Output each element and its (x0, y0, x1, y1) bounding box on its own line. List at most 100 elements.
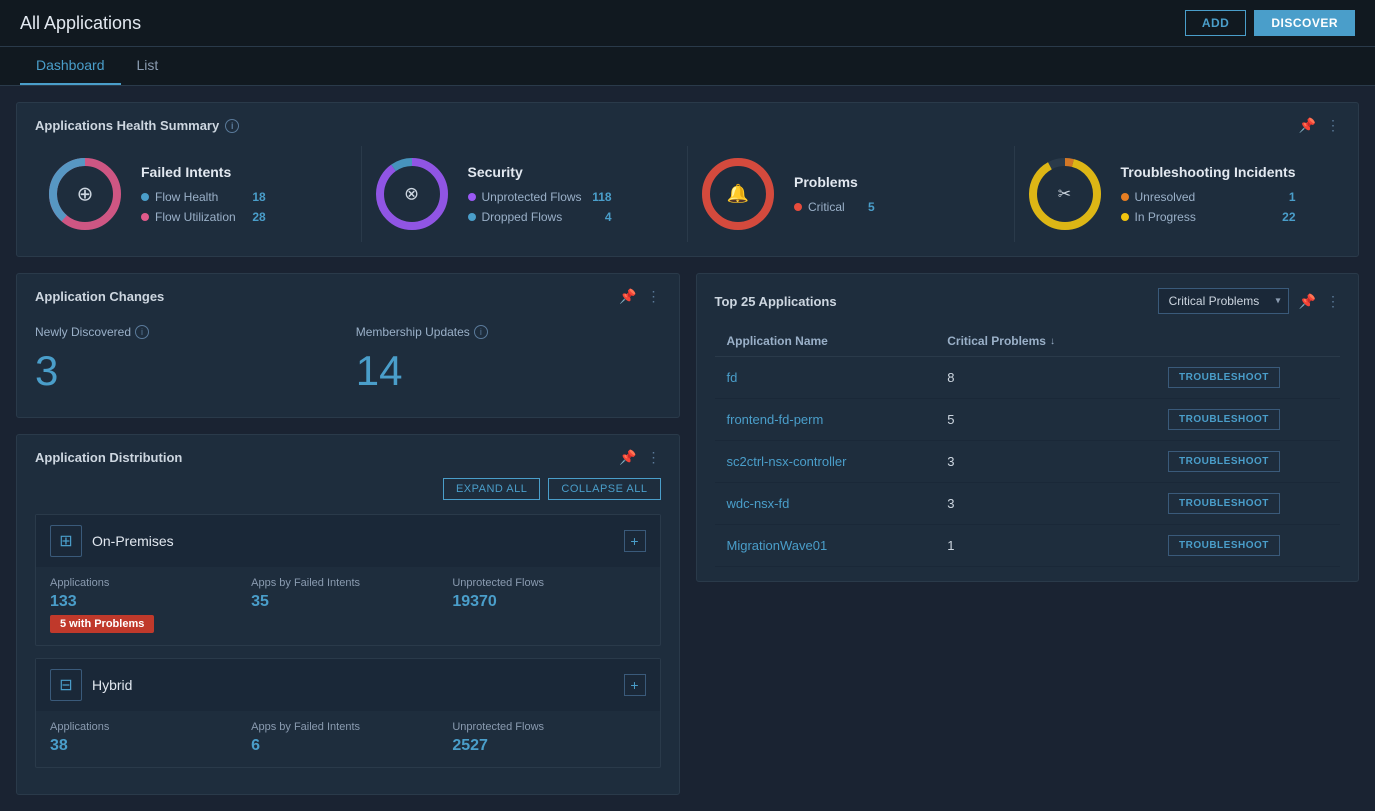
health-section-troubleshooting: ✂ Troubleshooting Incidents Unresolved 1… (1015, 146, 1341, 242)
troubleshoot-cell-fd: TROUBLESHOOT (1168, 367, 1328, 388)
app-name-sc2ctrl[interactable]: sc2ctrl-nsx-controller (727, 454, 948, 469)
add-button[interactable]: ADD (1185, 10, 1247, 36)
troubleshoot-cell-wdc: TROUBLESHOOT (1168, 493, 1328, 514)
failed-intents-title: Failed Intents (141, 164, 266, 180)
top25-header: Top 25 Applications Critical Problems In… (715, 288, 1341, 314)
newly-discovered-value: 3 (35, 347, 340, 395)
health-summary-card: Applications Health Summary i 📌 ⋮ (16, 102, 1359, 257)
unresolved-value: 1 (1272, 190, 1296, 204)
flow-health-item: Flow Health 18 (141, 190, 266, 204)
unprotected-flows-value: 118 (588, 190, 612, 204)
in-progress-label: In Progress (1135, 210, 1266, 224)
flow-utilization-dot (141, 213, 149, 221)
on-premises-body: Applications 133 5 with Problems Apps by… (36, 567, 660, 645)
on-premises-unprotected: Unprotected Flows 19370 (452, 577, 645, 633)
more-icon[interactable]: ⋮ (1326, 117, 1340, 134)
tab-list[interactable]: List (121, 47, 175, 85)
troubleshooting-icon: ✂ (1058, 184, 1071, 204)
failed-intents-legend: Failed Intents Flow Health 18 Flow Utili… (141, 164, 266, 224)
troubleshooting-title: Troubleshooting Incidents (1121, 164, 1296, 180)
newly-discovered-section: Newly Discovered i 3 (35, 325, 340, 395)
critical-item: Critical 5 (794, 200, 875, 214)
hybrid-failed-intents: Apps by Failed Intents 6 (251, 721, 444, 755)
membership-updates-info-icon: i (474, 325, 488, 339)
nav-buttons: ADD DISCOVER (1185, 10, 1355, 36)
collapse-all-button[interactable]: COLLAPSE ALL (548, 478, 660, 500)
app-distribution-card: Application Distribution 📌 ⋮ EXPAND ALL … (16, 434, 680, 795)
troubleshoot-btn-frontend[interactable]: TROUBLESHOOT (1168, 409, 1280, 430)
critical-count-wdc: 3 (947, 496, 1168, 511)
troubleshoot-cell-migrationwave: TROUBLESHOOT (1168, 535, 1328, 556)
health-section-problems: 🔔 Problems Critical 5 (688, 146, 1015, 242)
hybrid-unprotected: Unprotected Flows 2527 (452, 721, 645, 755)
troubleshoot-btn-migrationwave[interactable]: TROUBLESHOOT (1168, 535, 1280, 556)
troubleshoot-btn-fd[interactable]: TROUBLESHOOT (1168, 367, 1280, 388)
on-premises-icon: ⊞ (50, 525, 82, 557)
more-icon[interactable]: ⋮ (647, 288, 661, 305)
problems-icon: 🔔 (727, 184, 749, 205)
on-premises-expand-button[interactable]: + (624, 530, 646, 552)
sort-icon: ↓ (1050, 336, 1055, 347)
app-name-fd[interactable]: fd (727, 370, 948, 385)
problems-title: Problems (794, 174, 875, 190)
security-title: Security (468, 164, 612, 180)
more-icon[interactable]: ⋮ (1326, 293, 1340, 310)
security-icon: ⊗ (404, 184, 419, 205)
hybrid-expand-button[interactable]: + (624, 674, 646, 696)
critical-count-sc2ctrl: 3 (947, 454, 1168, 469)
health-summary-header: Applications Health Summary i 📌 ⋮ (35, 117, 1340, 134)
app-changes-actions: 📌 ⋮ (619, 288, 660, 305)
flow-utilization-item: Flow Utilization 28 (141, 210, 266, 224)
troubleshoot-cell-sc2ctrl: TROUBLESHOOT (1168, 451, 1328, 472)
troubleshooting-donut: ✂ (1025, 154, 1105, 234)
health-summary-body: ⊕ Failed Intents Flow Health 18 Flow Uti… (35, 146, 1340, 242)
table-row: fd 8 TROUBLESHOOT (715, 357, 1341, 399)
top25-dropdown[interactable]: Critical Problems In Progress Unresolved (1158, 288, 1289, 314)
app-name-frontend-fd-perm[interactable]: frontend-fd-perm (727, 412, 948, 427)
tab-dashboard[interactable]: Dashboard (20, 47, 121, 85)
security-donut: ⊗ (372, 154, 452, 234)
pin-icon[interactable]: 📌 (619, 449, 636, 466)
app-changes-card: Application Changes 📌 ⋮ Newly Discovered… (16, 273, 680, 418)
flow-health-value: 18 (242, 190, 266, 204)
pin-icon[interactable]: 📌 (1299, 293, 1316, 310)
newly-discovered-label: Newly Discovered i (35, 325, 340, 339)
membership-updates-value: 14 (356, 347, 661, 395)
health-summary-title: Applications Health Summary i (35, 118, 239, 133)
pin-icon[interactable]: 📌 (619, 288, 636, 305)
top25-dropdown-wrap: Critical Problems In Progress Unresolved (1158, 288, 1289, 314)
top-nav: All Applications ADD DISCOVER (0, 0, 1375, 47)
in-progress-value: 22 (1272, 210, 1296, 224)
th-actions (1168, 334, 1328, 348)
app-changes-body: Newly Discovered i 3 Membership Updates … (35, 317, 661, 403)
discover-button[interactable]: DISCOVER (1254, 10, 1355, 36)
more-icon[interactable]: ⋮ (647, 449, 661, 466)
table-row: sc2ctrl-nsx-controller 3 TROUBLESHOOT (715, 441, 1341, 483)
unprotected-flows-item: Unprotected Flows 118 (468, 190, 612, 204)
dropped-flows-dot (468, 213, 476, 221)
app-name-wdc-nsx-fd[interactable]: wdc-nsx-fd (727, 496, 948, 511)
expand-all-button[interactable]: EXPAND ALL (443, 478, 540, 500)
main-content: Applications Health Summary i 📌 ⋮ (0, 86, 1375, 811)
critical-value: 5 (851, 200, 875, 214)
problems-donut: 🔔 (698, 154, 778, 234)
table-row: MigrationWave01 1 TROUBLESHOOT (715, 525, 1341, 567)
pin-icon[interactable]: 📌 (1299, 117, 1316, 134)
table-row: frontend-fd-perm 5 TROUBLESHOOT (715, 399, 1341, 441)
app-name-migrationwave[interactable]: MigrationWave01 (727, 538, 948, 553)
hybrid-applications: Applications 38 (50, 721, 243, 755)
troubleshoot-btn-sc2ctrl[interactable]: TROUBLESHOOT (1168, 451, 1280, 472)
newly-discovered-info-icon: i (135, 325, 149, 339)
flow-utilization-label: Flow Utilization (155, 210, 236, 224)
troubleshoot-btn-wdc[interactable]: TROUBLESHOOT (1168, 493, 1280, 514)
left-column: Application Changes 📌 ⋮ Newly Discovered… (16, 273, 680, 795)
on-premises-group: ⊞ On-Premises + Applications 133 5 with … (35, 514, 661, 646)
app-distribution-title: Application Distribution (35, 450, 182, 465)
on-premises-applications: Applications 133 5 with Problems (50, 577, 243, 633)
membership-updates-label: Membership Updates i (356, 325, 661, 339)
top25-actions: 📌 ⋮ (1299, 293, 1340, 310)
health-section-security: ⊗ Security Unprotected Flows 118 Dropped… (362, 146, 689, 242)
unprotected-flows-label: Unprotected Flows (482, 190, 582, 204)
app-changes-title: Application Changes (35, 289, 164, 304)
dropped-flows-label: Dropped Flows (482, 210, 582, 224)
